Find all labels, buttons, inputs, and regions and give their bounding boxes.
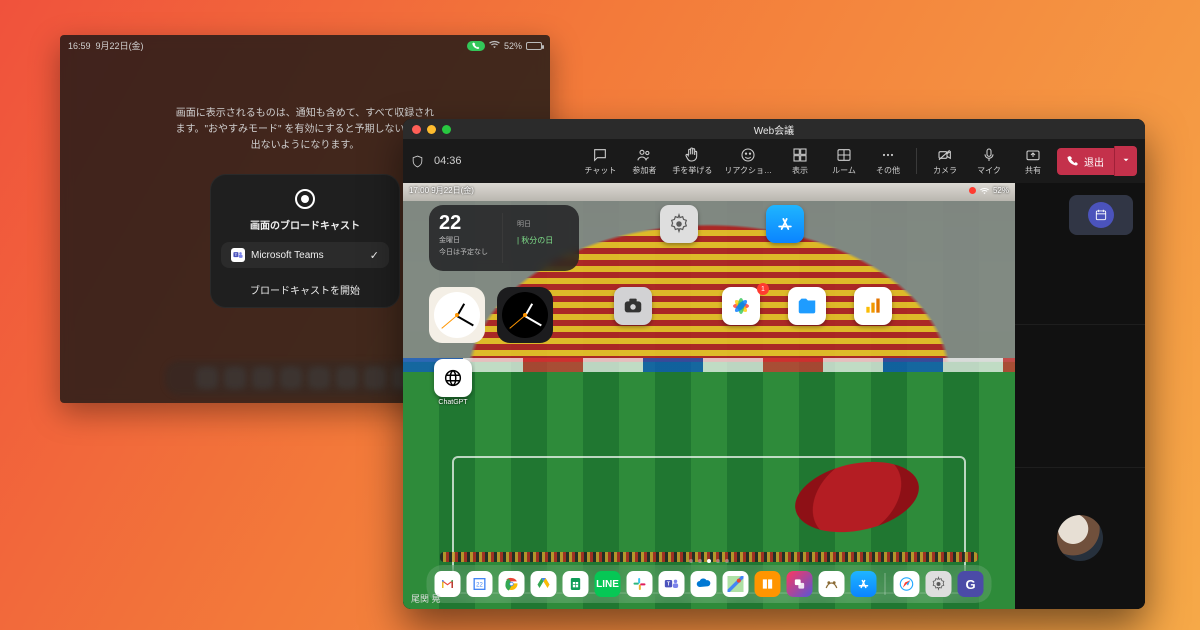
broadcast-app-name: Microsoft Teams — [251, 250, 324, 261]
dock-safari[interactable] — [894, 571, 920, 597]
clock-widget-light[interactable] — [429, 287, 485, 343]
battery-icon — [526, 42, 542, 50]
dock-chrome[interactable] — [499, 571, 525, 597]
participants-label: 参加者 — [632, 165, 656, 176]
dock-drive[interactable] — [531, 571, 557, 597]
view-button[interactable]: 表示 — [780, 145, 820, 178]
leave-caret-button[interactable] — [1114, 146, 1137, 176]
rooms-label: ルーム — [832, 165, 856, 176]
camera-button[interactable]: カメラ — [925, 145, 965, 178]
check-icon: ✓ — [370, 249, 379, 262]
participants-column — [1015, 183, 1145, 609]
raise-hand-label: 手を挙げる — [672, 165, 712, 176]
leave-button-group: 退出 — [1057, 146, 1137, 176]
dock-freeform[interactable] — [819, 571, 845, 597]
wifi-icon — [489, 40, 500, 51]
rooms-button[interactable]: ルーム — [824, 145, 864, 178]
dock-settings[interactable] — [926, 571, 952, 597]
broadcast-warning-text: 画面に表示されるものは、通知も含めて、すべて収録されます。"おやすみモード" を… — [175, 106, 435, 154]
more-button[interactable]: その他 — [868, 145, 908, 178]
raise-hand-button[interactable]: 手を挙げる — [668, 145, 716, 178]
camera-app[interactable] — [609, 287, 657, 325]
chatgpt-label: ChatGPT — [438, 399, 467, 406]
chat-label: チャット — [584, 165, 616, 176]
teams-app-icon: T — [231, 248, 245, 262]
status-time: 16:59 — [68, 41, 91, 51]
self-avatar — [1057, 515, 1103, 561]
mic-button[interactable]: マイク — [969, 145, 1009, 178]
calendar-no-events: 今日は予定なし — [439, 247, 488, 257]
clock-widget-dark[interactable] — [497, 287, 553, 343]
presenter-name: 尾関 晃 — [411, 592, 441, 605]
mic-label: マイク — [977, 165, 1001, 176]
dock-goodnotes[interactable]: G — [958, 571, 984, 597]
svg-text:22: 22 — [476, 583, 483, 589]
broadcast-app-row[interactable]: T Microsoft Teams ✓ — [221, 242, 389, 268]
broadcast-card: 画面のブロードキャスト T Microsoft Teams ✓ ブロードキャスト… — [210, 174, 400, 308]
camera-label: カメラ — [933, 165, 957, 176]
dock-sheets[interactable] — [563, 571, 589, 597]
status-date: 9月22日(金) — [96, 41, 144, 51]
participant-slot-self[interactable] — [1015, 467, 1145, 609]
content-camera-pill[interactable] — [1069, 195, 1133, 235]
dock-slack[interactable] — [627, 571, 653, 597]
toolbar-divider — [916, 148, 917, 174]
shield-icon[interactable] — [411, 154, 424, 169]
chat-button[interactable]: チャット — [580, 145, 620, 178]
call-pill-icon — [467, 41, 485, 51]
analytics-app[interactable] — [849, 287, 897, 325]
battery-percent: 52% — [504, 41, 522, 51]
shared-screen-area[interactable]: 17:00 9月22日(金) 52% 22 金曜日 今 — [403, 183, 1015, 609]
share-label: 共有 — [1025, 165, 1041, 176]
appstore-app[interactable] — [761, 205, 809, 243]
teams-meeting-window: Web会議 04:36 チャット 参加者 手を挙げる リアクショ… 表示 — [403, 119, 1145, 609]
more-label: その他 — [876, 165, 900, 176]
dock-books[interactable] — [755, 571, 781, 597]
chatgpt-app[interactable]: ChatGPT — [429, 359, 477, 406]
calendar-weekday: 金曜日 — [439, 235, 488, 245]
dock-teams[interactable]: T — [659, 571, 685, 597]
calendar-holiday: 秋分の日 — [521, 236, 553, 245]
dock-separator — [885, 573, 886, 595]
meeting-elapsed-time: 04:36 — [434, 155, 462, 167]
calendar-tomorrow-label: 明日 — [517, 221, 531, 228]
participants-button[interactable]: 参加者 — [624, 145, 664, 178]
dock-onedrive[interactable] — [691, 571, 717, 597]
dock-google-calendar[interactable]: 22 — [467, 571, 493, 597]
photos-badge: 1 — [757, 283, 769, 295]
page-indicator[interactable] — [403, 559, 1015, 563]
participant-slot-2[interactable] — [1015, 324, 1145, 466]
photos-app[interactable]: 1 — [717, 287, 765, 325]
broadcast-title: 画面のブロードキャスト — [211, 217, 399, 232]
dock-line[interactable]: LINE — [595, 571, 621, 597]
ipad-status-bar: 16:59 9月22日(金) 52% — [60, 35, 550, 52]
window-title: Web会議 — [403, 122, 1145, 137]
participant-slot-1[interactable] — [1015, 183, 1145, 324]
window-titlebar: Web会議 — [403, 119, 1145, 139]
settings-app[interactable] — [655, 205, 703, 243]
view-label: 表示 — [792, 165, 808, 176]
meeting-toolbar: 04:36 チャット 参加者 手を挙げる リアクショ… 表示 ルーム — [403, 139, 1145, 183]
files-app[interactable] — [783, 287, 831, 325]
calendar-day-number: 22 — [439, 213, 488, 233]
dock-appstore[interactable] — [851, 571, 877, 597]
ipad-dock: 22 LINE T G — [427, 565, 992, 603]
calendar-widget[interactable]: 22 金曜日 今日は予定なし 明日 | 秋分の日 — [429, 205, 579, 271]
dock-maps[interactable] — [723, 571, 749, 597]
leave-button[interactable]: 退出 — [1057, 148, 1114, 175]
share-button[interactable]: 共有 — [1013, 145, 1053, 178]
start-broadcast-button[interactable]: ブロードキャストを開始 — [211, 278, 399, 297]
record-icon — [295, 189, 315, 209]
reactions-button[interactable]: リアクショ… — [720, 145, 776, 178]
leave-label: 退出 — [1084, 154, 1104, 169]
reactions-label: リアクショ… — [724, 165, 772, 176]
dock-shortcuts[interactable] — [787, 571, 813, 597]
calendar-icon — [1094, 208, 1108, 222]
